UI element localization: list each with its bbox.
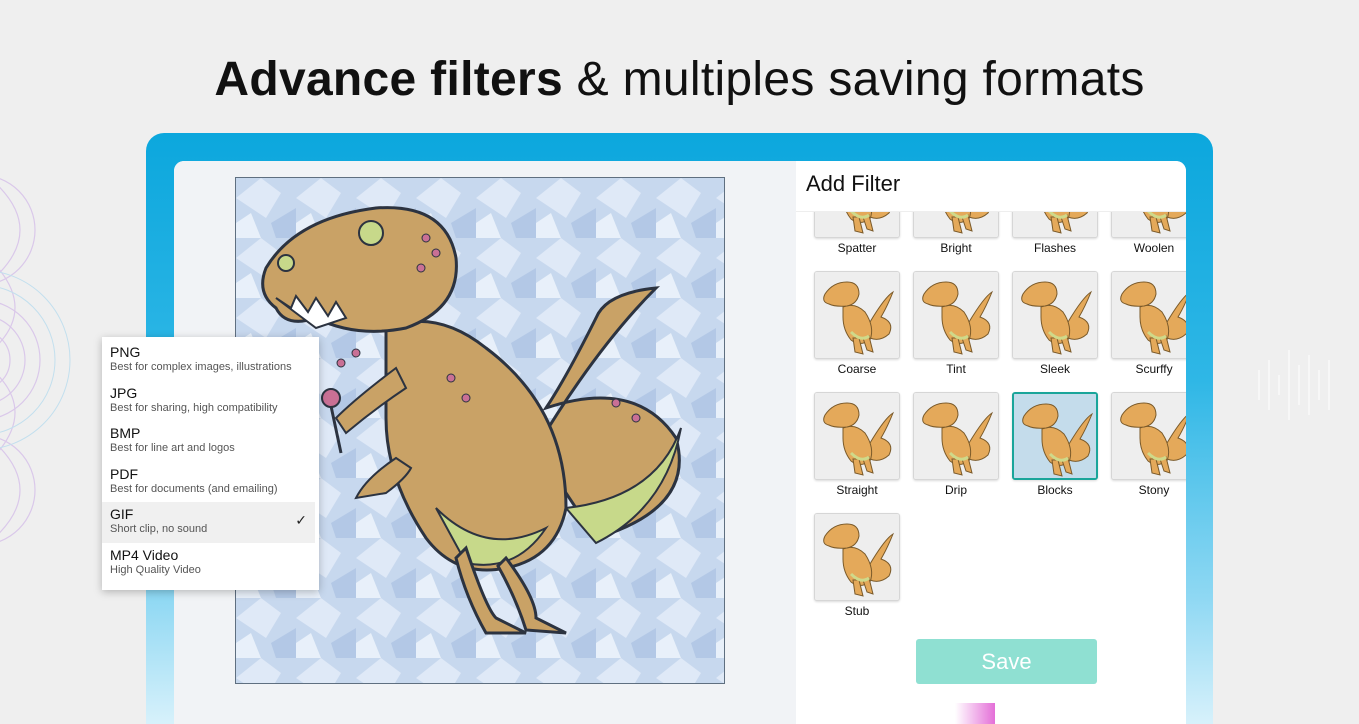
filter-label: Spatter bbox=[837, 241, 877, 255]
format-name: JPG bbox=[110, 384, 138, 401]
format-description: Best for line art and logos bbox=[110, 442, 235, 454]
filter-panel: Add Filter Spatter Bright Flashes Woolen Coa… bbox=[796, 161, 1186, 724]
filter-thumbnail[interactable] bbox=[814, 513, 900, 601]
filter-label: Sleek bbox=[1039, 362, 1071, 376]
format-description: Best for documents (and emailing) bbox=[110, 482, 278, 495]
format-option-mp4-video[interactable]: MP4 Video High Quality Video bbox=[102, 543, 319, 584]
format-option-gif[interactable]: GIF Short clip, no sound ✓ bbox=[102, 502, 315, 543]
filter-label: Blocks bbox=[1037, 483, 1073, 497]
format-name: PNG bbox=[110, 344, 141, 360]
filter-thumbnail[interactable] bbox=[814, 392, 900, 480]
format-option-bmp[interactable]: BMP Best for line art and logos bbox=[102, 421, 319, 462]
checkmark-icon: ✓ bbox=[295, 512, 307, 528]
filter-item-stony[interactable]: Stony bbox=[1111, 392, 1186, 497]
format-option-pdf[interactable]: PDF Best for documents (and emailing) bbox=[102, 462, 319, 503]
format-name: BMP bbox=[110, 425, 141, 441]
format-option-jpg[interactable]: JPG Best for sharing, high compatibility bbox=[102, 381, 319, 422]
filter-item-straight[interactable]: Straight bbox=[814, 392, 900, 497]
format-name: MP4 Video bbox=[110, 546, 179, 563]
filter-item-coarse[interactable]: Coarse bbox=[814, 271, 900, 376]
format-description: Short clip, no sound bbox=[110, 523, 208, 535]
filter-item-spatter[interactable]: Spatter bbox=[814, 212, 900, 255]
filter-label: Stub bbox=[844, 604, 870, 618]
filter-label: Flashes bbox=[1033, 241, 1077, 255]
filter-grid: Spatter Bright Flashes Woolen Coarse Tint Slee… bbox=[814, 212, 1186, 618]
format-option-png[interactable]: PNG Best for complex images, illustration… bbox=[102, 340, 319, 381]
filter-label: Bright bbox=[940, 241, 972, 255]
format-menu: PNG Best for complex images, illustration… bbox=[102, 337, 319, 590]
filter-thumbnail[interactable] bbox=[814, 271, 900, 359]
filter-thumbnail[interactable] bbox=[1012, 271, 1098, 359]
filter-thumbnail[interactable] bbox=[913, 271, 999, 359]
mandala-decoration bbox=[0, 178, 71, 542]
format-name: PDF bbox=[110, 465, 138, 482]
page-headline: Advance filters & multiples saving forma… bbox=[0, 52, 1359, 107]
format-name: GIF bbox=[110, 506, 134, 522]
filter-label: Stony bbox=[1138, 483, 1170, 497]
filter-thumbnail[interactable] bbox=[1012, 212, 1098, 238]
filter-thumbnail[interactable] bbox=[913, 212, 999, 238]
filter-thumbnail[interactable] bbox=[913, 392, 999, 480]
filter-label: Tint bbox=[946, 362, 966, 376]
panel-title: Add Filter bbox=[806, 171, 901, 196]
sound-wave-decoration bbox=[1258, 350, 1330, 420]
filter-item-tint[interactable]: Tint bbox=[913, 271, 999, 376]
filter-item-stub[interactable]: Stub bbox=[814, 513, 900, 618]
headline-bold: Advance filters bbox=[214, 53, 563, 106]
filter-label: Woolen bbox=[1133, 241, 1175, 255]
filter-item-bright[interactable]: Bright bbox=[913, 212, 999, 255]
filter-label: Drip bbox=[944, 483, 967, 497]
filter-item-blocks[interactable]: Blocks bbox=[1012, 392, 1098, 497]
filter-label: Coarse bbox=[837, 362, 877, 376]
format-description: Best for complex images, illustrations bbox=[110, 361, 292, 373]
format-description: High Quality Video bbox=[110, 563, 201, 576]
filter-thumbnail[interactable] bbox=[1111, 392, 1186, 480]
filter-thumbnail[interactable] bbox=[1111, 212, 1186, 238]
filter-item-scurffy[interactable]: Scurffy bbox=[1111, 271, 1186, 376]
format-description: Best for sharing, high compatibility bbox=[110, 401, 278, 414]
filter-grid-viewport[interactable]: Spatter Bright Flashes Woolen Coarse Tint Slee… bbox=[796, 211, 1186, 631]
save-button[interactable]: Save bbox=[916, 639, 1097, 684]
filter-item-woolen[interactable]: Woolen bbox=[1111, 212, 1186, 255]
filter-thumbnail[interactable] bbox=[1111, 271, 1186, 359]
decorative-strip bbox=[955, 703, 995, 724]
filter-label: Straight bbox=[836, 483, 878, 497]
filter-item-flashes[interactable]: Flashes bbox=[1012, 212, 1098, 255]
app-screen: Add Filter Spatter Bright Flashes Woolen Coa… bbox=[174, 161, 1186, 724]
filter-item-sleek[interactable]: Sleek bbox=[1012, 271, 1098, 376]
filter-item-drip[interactable]: Drip bbox=[913, 392, 999, 497]
filter-thumbnail[interactable] bbox=[814, 212, 900, 238]
headline-rest: & multiples saving formats bbox=[563, 53, 1145, 106]
filter-label: Scurffy bbox=[1135, 362, 1173, 376]
filter-thumbnail[interactable] bbox=[1012, 392, 1098, 480]
